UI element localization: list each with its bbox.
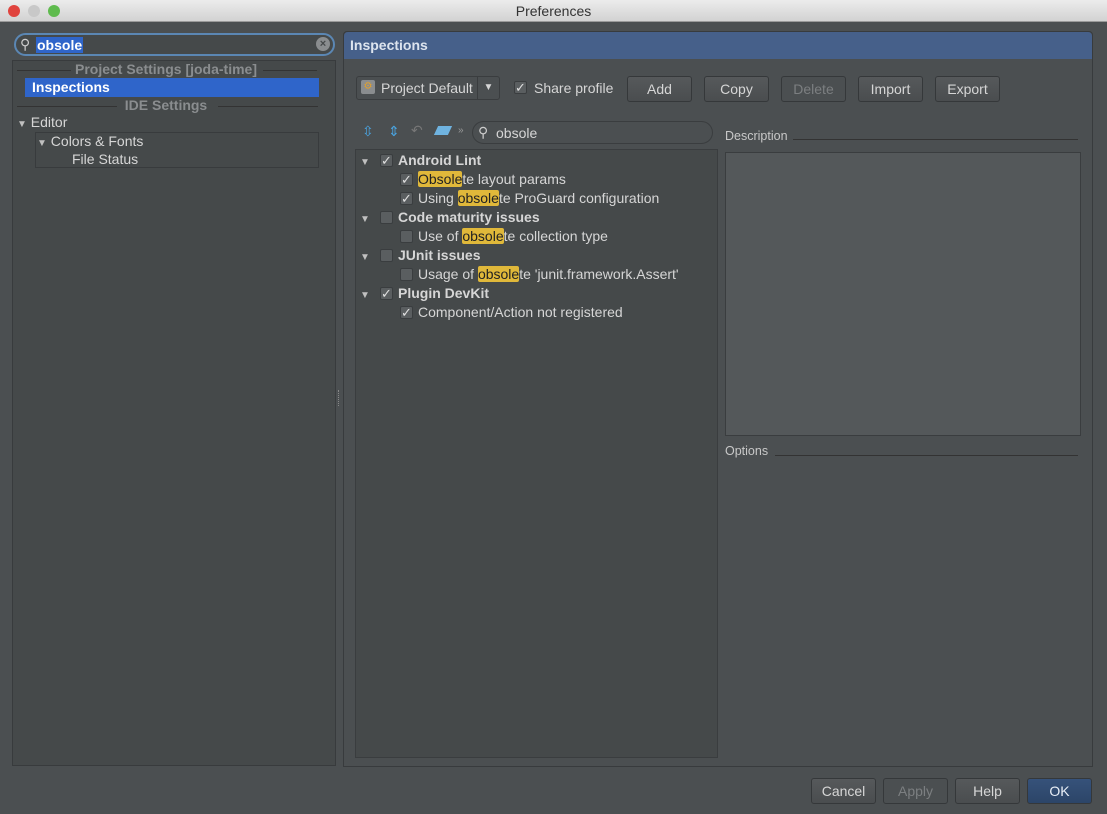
panel-header: Inspections [344,32,1092,59]
title-bar: Preferences [0,0,1107,22]
tree-label: Editor [30,114,68,130]
expand-triangle-icon[interactable]: ▼ [360,214,370,225]
item-text: Use of [418,228,463,244]
search-highlight: obsole [462,228,504,244]
tree-item-colors-fonts[interactable]: ▼ Colors & Fonts [37,132,143,151]
search-highlight: Obsole [418,171,463,187]
section-project-settings: Project Settings [joda-time] [74,61,258,77]
filter-input[interactable]: obsole [496,125,537,141]
ok-button[interactable]: OK [1027,778,1092,804]
expand-triangle-icon[interactable]: ▼ [360,252,370,263]
settings-sidebar: Project Settings [joda-time] Inspections… [12,60,336,766]
inspection-group[interactable]: ▼ Code maturity issues [360,208,540,227]
help-button[interactable]: Help [955,778,1020,804]
search-icon: ⚲ [20,36,31,52]
settings-search-field[interactable]: ⚲ obsole × [14,33,335,56]
group-label: Plugin DevKit [398,285,490,301]
tree-item-editor[interactable]: ▼ Editor [17,113,67,132]
delete-button[interactable]: Delete [781,76,846,102]
window-title: Preferences [515,3,592,19]
search-highlight: obsole [457,190,499,206]
checkbox-checked-icon[interactable]: ✓ [380,154,393,167]
expand-triangle-icon[interactable]: ▼ [360,290,370,301]
apply-button[interactable]: Apply [883,778,948,804]
checkbox-icon[interactable] [400,230,413,243]
sidebar-item-inspections[interactable]: Inspections [25,78,319,97]
checkbox-checked-icon[interactable]: ✓ [380,287,393,300]
collapse-all-icon[interactable]: ⇕ [388,123,400,140]
inspection-group[interactable]: ▼ ✓ Plugin DevKit [360,284,489,303]
checkbox-checked-icon[interactable]: ✓ [400,306,413,319]
checkbox-icon[interactable] [380,249,393,262]
divider [775,455,1078,456]
share-profile-label: Share profile [534,80,614,96]
item-text: Usage of [418,266,478,282]
item-text: te collection type [503,228,608,244]
profile-dropdown[interactable]: ⚙ Project Default ▼ [356,76,500,100]
search-highlight: obsole [477,266,520,282]
search-icon: ⚲ [478,124,489,140]
expand-triangle-icon[interactable]: ▼ [360,157,370,168]
add-button[interactable]: Add [627,76,692,102]
item-text: Component/Action not registered [418,304,623,320]
description-pane [725,152,1081,436]
cancel-button[interactable]: Cancel [811,778,876,804]
section-ide-settings: IDE Settings [124,97,208,113]
options-label: Options [725,444,769,458]
chevron-down-icon[interactable]: ▼ [477,77,499,99]
import-button[interactable]: Import [858,76,923,102]
inspections-tree: ▼ ✓ Android Lint ✓ Obsolete layout params ✓ Us… [355,149,718,758]
minimize-window-button[interactable] [28,5,40,17]
tree-label: Colors & Fonts [50,133,144,149]
item-text: te 'junit.framework.Assert' [519,266,679,282]
export-button[interactable]: Export [935,76,1000,102]
checkbox-icon[interactable] [400,268,413,281]
inspection-group[interactable]: ▼ ✓ Android Lint [360,151,481,170]
profile-icon: ⚙ [361,80,375,94]
group-label: Code maturity issues [398,209,540,225]
item-text: te layout params [462,171,566,187]
description-label: Description [725,129,788,143]
divider [793,139,1078,140]
clear-search-icon[interactable]: × [316,37,330,51]
copy-button[interactable]: Copy [704,76,769,102]
checkbox-checked-icon[interactable]: ✓ [400,192,413,205]
checkbox-icon[interactable] [380,211,393,224]
search-input[interactable]: obsole [36,37,84,53]
zoom-window-button[interactable] [48,5,60,17]
expand-all-icon[interactable]: ⇳ [362,123,374,140]
inspection-group[interactable]: ▼ JUnit issues [360,246,480,265]
splitter-handle[interactable] [338,390,341,406]
inspection-filter-field[interactable]: ⚲ obsole [472,121,713,144]
expand-triangle-icon[interactable]: ▼ [17,119,27,130]
close-window-button[interactable] [8,5,20,17]
item-text: Using [418,190,458,206]
item-text: te ProGuard configuration [498,190,660,206]
tree-item-file-status[interactable]: File Status [72,150,138,169]
reset-icon[interactable]: ↶ [411,122,423,139]
checkbox-checked-icon[interactable]: ✓ [400,173,413,186]
group-label: JUnit issues [398,247,481,263]
share-profile-checkbox[interactable]: ✓ [514,81,527,94]
expand-triangle-icon[interactable]: ▼ [37,138,47,149]
more-icon[interactable]: » [458,125,464,136]
group-label: Android Lint [398,152,482,168]
checkbox-checked-icon[interactable]: ✓ [514,81,527,94]
profile-value: Project Default [381,80,473,96]
